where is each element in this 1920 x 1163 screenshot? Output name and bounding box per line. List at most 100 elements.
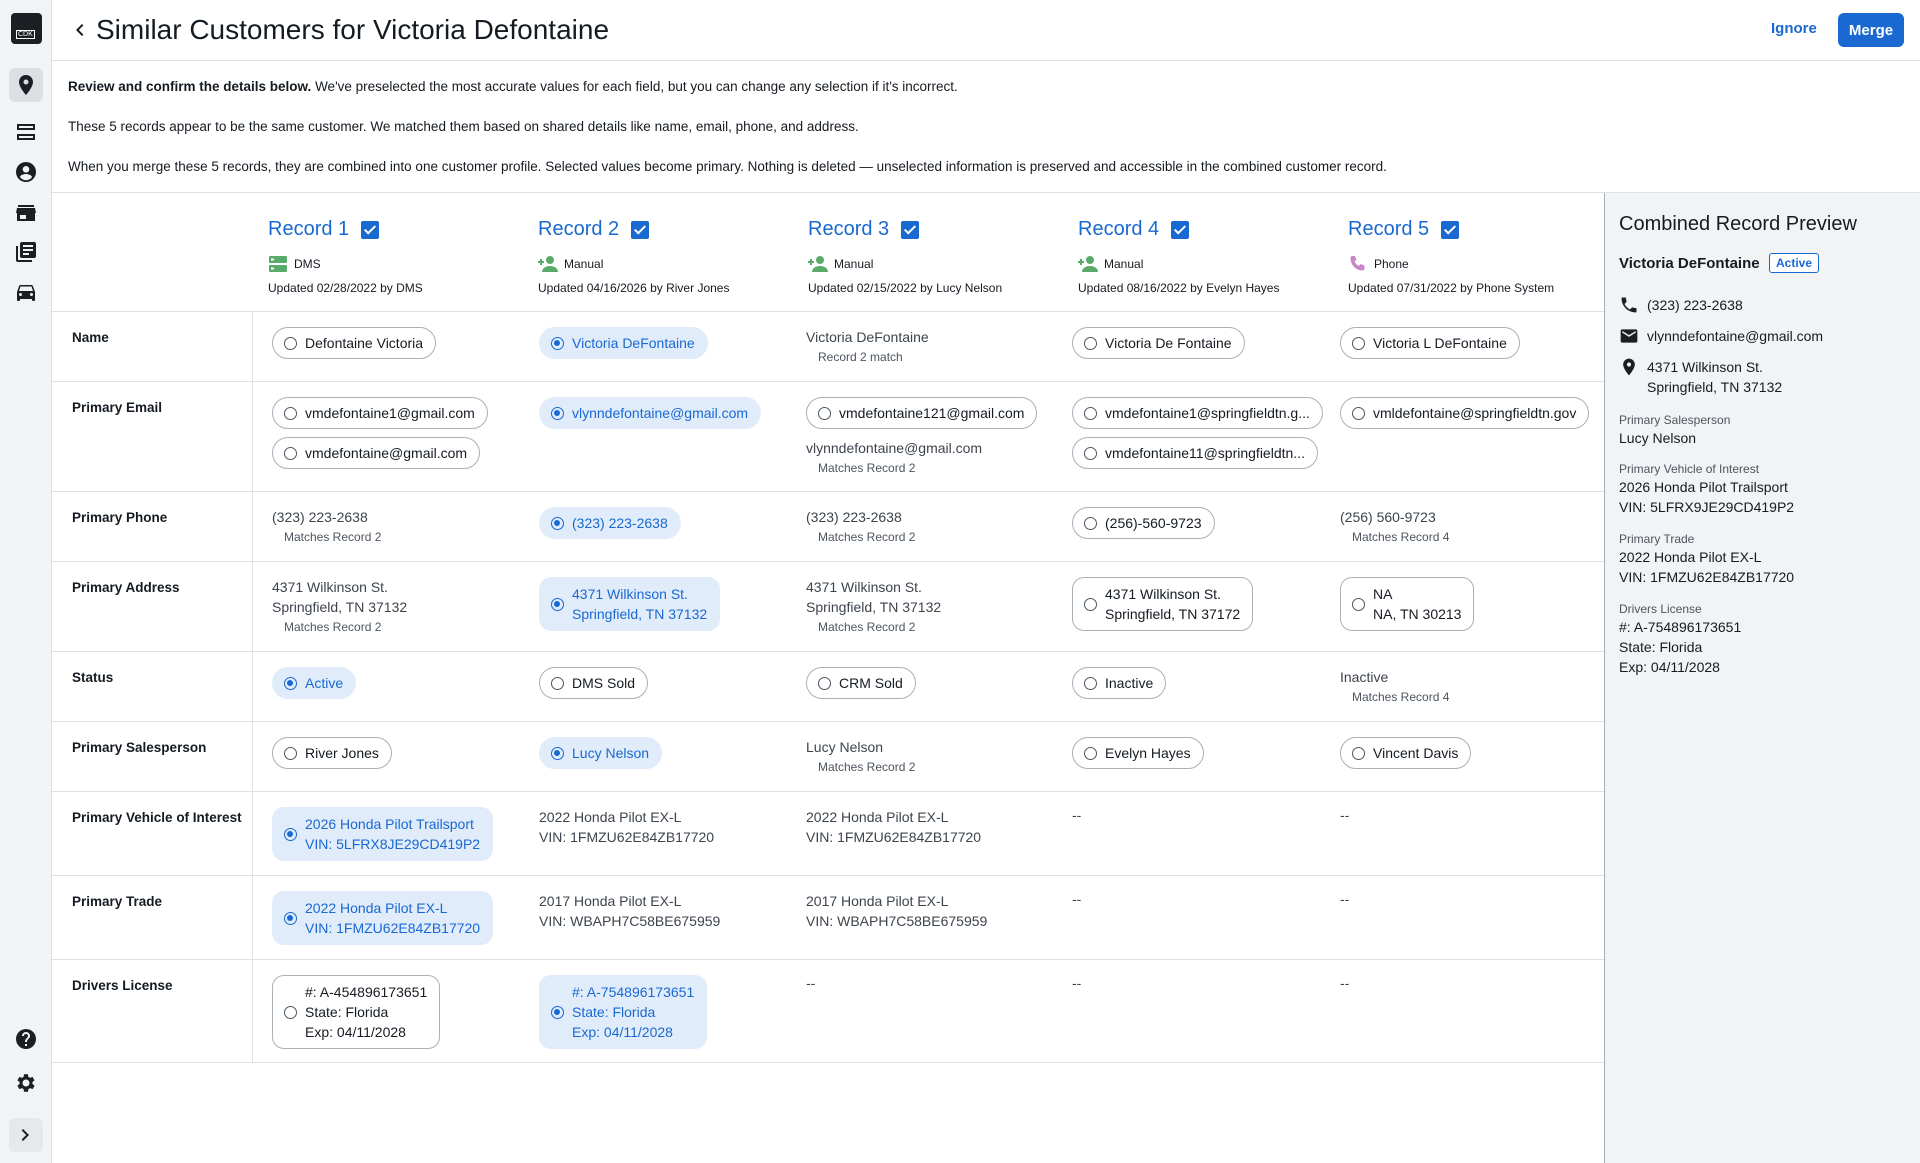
radio-button[interactable] [284,911,297,925]
radio-button[interactable] [1084,336,1097,350]
option-email-r1a[interactable]: vmdefontaine1@gmail.com [272,397,488,429]
option-text: vmdefontaine1@springfieldtn.g... [1105,405,1310,421]
option-name-r2[interactable]: Victoria DeFontaine [539,327,708,359]
option-text: Evelyn Hayes [1105,745,1191,761]
option-text: vlynndefontaine@gmail.com [572,405,749,421]
preview-vehicle: 2026 Honda Pilot Trailsport VIN: 5LFRX9JE… [1619,477,1794,517]
radio-button[interactable] [551,597,564,611]
option-email-r4b[interactable]: vmdefontaine11@springfieldtn... [1072,437,1318,469]
match-note: Matches Record 4 [1352,530,1450,544]
option-trade-r1[interactable]: 2022 Honda Pilot EX-L VIN: 1FMZU62E84ZB17… [272,891,494,945]
record-checkbox[interactable] [1171,220,1190,239]
address-line: 4371 Wilkinson St. [1647,359,1763,375]
radio-button[interactable] [1352,406,1365,420]
option-status-r1[interactable]: Active [272,667,357,699]
ignore-button[interactable]: Ignore [1771,20,1817,37]
option-name-r4[interactable]: Victoria De Fontaine [1072,327,1245,359]
option-email-r2[interactable]: vlynndefontaine@gmail.com [539,397,762,429]
record-checkbox[interactable] [361,220,380,239]
option-address-r5[interactable]: NA NA, TN 30213 [1340,577,1475,631]
radio-button[interactable] [284,1005,297,1019]
option-status-r3[interactable]: CRM Sold [806,667,916,699]
car-icon[interactable] [9,275,43,309]
radio-button[interactable] [284,336,297,350]
radio-button[interactable] [284,676,297,690]
record-checkbox[interactable] [901,220,920,239]
radio-button[interactable] [284,746,297,760]
preview-label: Primary Vehicle of Interest [1619,462,1760,476]
option-text: Inactive [1105,675,1154,691]
option-email-r3[interactable]: vmdefontaine121@gmail.com [806,397,1038,429]
value-address-r3: 4371 Wilkinson St. Springfield, TN 37132 [806,577,941,617]
option-email-r4a[interactable]: vmdefontaine1@springfieldtn.g... [1072,397,1323,429]
radio-button[interactable] [1084,746,1097,760]
radio-button[interactable] [1084,446,1097,460]
option-license-r2[interactable]: #: A-754896173651 State: Florida Exp: 04/1… [539,975,708,1049]
radio-button[interactable] [551,746,564,760]
option-status-r2[interactable]: DMS Sold [539,667,649,699]
cdk-logo[interactable]: CDK [11,13,42,44]
expand-chevron-icon[interactable] [9,1118,43,1152]
radio-button[interactable] [1352,336,1365,350]
back-chevron-icon[interactable] [68,18,92,42]
radio-button[interactable] [818,676,831,690]
option-license-r1[interactable]: #: A-454896173651 State: Florida Exp: 04/1… [272,975,441,1049]
option-phone-r4[interactable]: (256)-560-9723 [1072,507,1215,539]
record-checkbox[interactable] [1441,220,1460,239]
help-icon[interactable] [9,1022,43,1056]
row-primary-vehicle: Primary Vehicle of Interest 2026 Honda P… [52,791,1604,875]
license-exp: Exp: 04/11/2028 [572,1024,673,1040]
radio-button[interactable] [284,827,297,841]
settings-gear-icon[interactable] [9,1066,43,1100]
empty-value: -- [1072,807,1082,823]
radio-button[interactable] [284,406,297,420]
record-checkbox[interactable] [631,220,650,239]
store-icon[interactable] [9,196,43,230]
option-address-r4[interactable]: 4371 Wilkinson St. Springfield, TN 37172 [1072,577,1254,631]
radio-button[interactable] [1084,676,1097,690]
value-salesperson-r3: Lucy Nelson [806,739,884,755]
library-books-icon[interactable] [9,235,43,269]
match-note: Matches Record 2 [284,530,382,544]
option-address-r2[interactable]: 4371 Wilkinson St. Springfield, TN 37132 [539,577,721,631]
option-salesperson-r1[interactable]: River Jones [272,737,392,769]
radio-button[interactable] [284,446,297,460]
dms-server-icon [269,256,287,272]
row-label: Primary Vehicle of Interest [72,810,242,825]
radio-button[interactable] [1084,597,1097,611]
radio-button[interactable] [1084,516,1097,530]
option-email-r1b[interactable]: vmdefontaine@gmail.com [272,437,481,469]
radio-button[interactable] [551,516,564,530]
option-text: vmdefontaine121@gmail.com [839,405,1025,421]
option-name-r5[interactable]: Victoria L DeFontaine [1340,327,1520,359]
radio-button[interactable] [1352,597,1365,611]
option-email-r5[interactable]: vmldefontaine@springfieldtn.gov [1340,397,1590,429]
row-primary-address: Primary Address 4371 Wilkinson St. Spring… [52,561,1604,651]
radio-button[interactable] [551,336,564,350]
option-salesperson-r2[interactable]: Lucy Nelson [539,737,663,769]
storage-icon[interactable] [9,115,43,149]
option-salesperson-r5[interactable]: Vincent Davis [1340,737,1472,769]
location-pin-icon[interactable] [9,68,43,102]
option-text: vmdefontaine11@springfieldtn... [1105,445,1305,461]
radio-button[interactable] [1084,406,1097,420]
value-address-r1: 4371 Wilkinson St. Springfield, TN 37132 [272,577,407,617]
option-name-r1[interactable]: Defontaine Victoria [272,327,437,359]
row-label: Status [72,670,114,685]
radio-button[interactable] [551,676,564,690]
option-vehicle-r1[interactable]: 2026 Honda Pilot Trailsport VIN: 5LFRX8JE… [272,807,494,861]
radio-button[interactable] [551,406,564,420]
phone-icon [1621,297,1637,313]
option-salesperson-r4[interactable]: Evelyn Hayes [1072,737,1204,769]
radio-button[interactable] [818,406,831,420]
radio-button[interactable] [551,1005,564,1019]
preview-title: Combined Record Preview [1619,213,1857,235]
account-circle-icon[interactable] [9,155,43,189]
merge-button[interactable]: Merge [1838,13,1904,47]
radio-button[interactable] [1352,746,1365,760]
trade-vin: VIN: WBAPH7C58BE675959 [539,913,721,929]
license-exp: Exp: 04/11/2028 [305,1024,406,1040]
option-phone-r2[interactable]: (323) 223-2638 [539,507,681,539]
option-status-r4[interactable]: Inactive [1072,667,1167,699]
preview-customer-name: Victoria DeFontaine [1619,255,1760,272]
